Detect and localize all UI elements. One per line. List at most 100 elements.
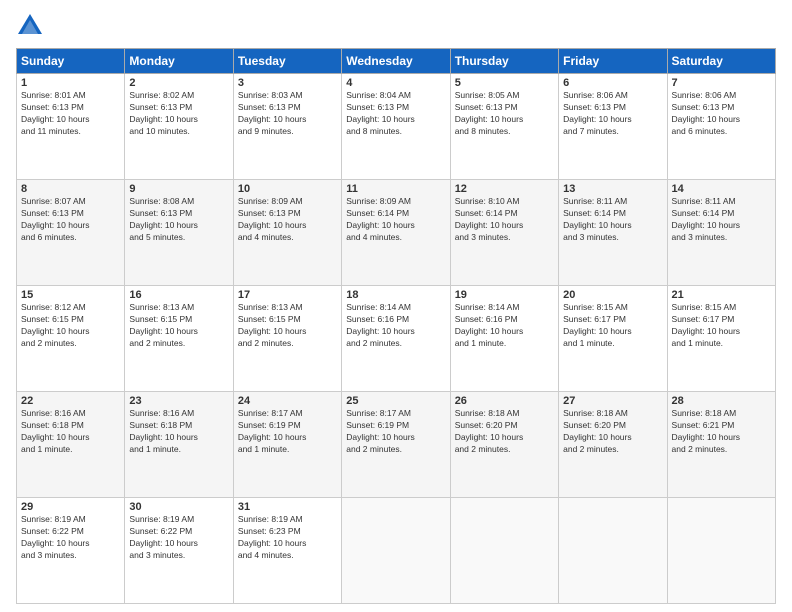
day-info: Sunrise: 8:12 AMSunset: 6:15 PMDaylight:…: [21, 302, 120, 350]
calendar-cell: 5Sunrise: 8:05 AMSunset: 6:13 PMDaylight…: [450, 74, 558, 180]
calendar-cell: 4Sunrise: 8:04 AMSunset: 6:13 PMDaylight…: [342, 74, 450, 180]
calendar-week-4: 22Sunrise: 8:16 AMSunset: 6:18 PMDayligh…: [17, 392, 776, 498]
day-info: Sunrise: 8:14 AMSunset: 6:16 PMDaylight:…: [455, 302, 554, 350]
day-info: Sunrise: 8:15 AMSunset: 6:17 PMDaylight:…: [672, 302, 771, 350]
calendar-cell: 23Sunrise: 8:16 AMSunset: 6:18 PMDayligh…: [125, 392, 233, 498]
day-info: Sunrise: 8:02 AMSunset: 6:13 PMDaylight:…: [129, 90, 228, 138]
day-number: 1: [21, 77, 120, 89]
calendar-cell: 2Sunrise: 8:02 AMSunset: 6:13 PMDaylight…: [125, 74, 233, 180]
calendar-cell: 25Sunrise: 8:17 AMSunset: 6:19 PMDayligh…: [342, 392, 450, 498]
day-number: 22: [21, 395, 120, 407]
day-info: Sunrise: 8:18 AMSunset: 6:20 PMDaylight:…: [563, 408, 662, 456]
day-number: 25: [346, 395, 445, 407]
calendar-cell: 28Sunrise: 8:18 AMSunset: 6:21 PMDayligh…: [667, 392, 775, 498]
calendar-cell: [450, 498, 558, 604]
day-number: 2: [129, 77, 228, 89]
calendar-header-tuesday: Tuesday: [233, 49, 341, 74]
day-number: 8: [21, 183, 120, 195]
calendar: SundayMondayTuesdayWednesdayThursdayFrid…: [16, 48, 776, 604]
calendar-cell: 15Sunrise: 8:12 AMSunset: 6:15 PMDayligh…: [17, 286, 125, 392]
day-info: Sunrise: 8:11 AMSunset: 6:14 PMDaylight:…: [563, 196, 662, 244]
calendar-cell: 9Sunrise: 8:08 AMSunset: 6:13 PMDaylight…: [125, 180, 233, 286]
day-info: Sunrise: 8:04 AMSunset: 6:13 PMDaylight:…: [346, 90, 445, 138]
day-number: 4: [346, 77, 445, 89]
day-info: Sunrise: 8:18 AMSunset: 6:20 PMDaylight:…: [455, 408, 554, 456]
day-number: 13: [563, 183, 662, 195]
day-number: 15: [21, 289, 120, 301]
day-info: Sunrise: 8:16 AMSunset: 6:18 PMDaylight:…: [129, 408, 228, 456]
calendar-cell: 8Sunrise: 8:07 AMSunset: 6:13 PMDaylight…: [17, 180, 125, 286]
calendar-header-wednesday: Wednesday: [342, 49, 450, 74]
day-number: 18: [346, 289, 445, 301]
day-info: Sunrise: 8:06 AMSunset: 6:13 PMDaylight:…: [672, 90, 771, 138]
calendar-week-5: 29Sunrise: 8:19 AMSunset: 6:22 PMDayligh…: [17, 498, 776, 604]
calendar-week-1: 1Sunrise: 8:01 AMSunset: 6:13 PMDaylight…: [17, 74, 776, 180]
day-info: Sunrise: 8:14 AMSunset: 6:16 PMDaylight:…: [346, 302, 445, 350]
calendar-cell: 13Sunrise: 8:11 AMSunset: 6:14 PMDayligh…: [559, 180, 667, 286]
day-number: 14: [672, 183, 771, 195]
day-number: 9: [129, 183, 228, 195]
day-number: 29: [21, 501, 120, 513]
calendar-week-2: 8Sunrise: 8:07 AMSunset: 6:13 PMDaylight…: [17, 180, 776, 286]
day-number: 26: [455, 395, 554, 407]
calendar-cell: 18Sunrise: 8:14 AMSunset: 6:16 PMDayligh…: [342, 286, 450, 392]
day-number: 28: [672, 395, 771, 407]
day-number: 10: [238, 183, 337, 195]
day-info: Sunrise: 8:07 AMSunset: 6:13 PMDaylight:…: [21, 196, 120, 244]
day-number: 19: [455, 289, 554, 301]
day-info: Sunrise: 8:01 AMSunset: 6:13 PMDaylight:…: [21, 90, 120, 138]
calendar-cell: 11Sunrise: 8:09 AMSunset: 6:14 PMDayligh…: [342, 180, 450, 286]
calendar-cell: 26Sunrise: 8:18 AMSunset: 6:20 PMDayligh…: [450, 392, 558, 498]
day-number: 5: [455, 77, 554, 89]
calendar-cell: 22Sunrise: 8:16 AMSunset: 6:18 PMDayligh…: [17, 392, 125, 498]
day-number: 3: [238, 77, 337, 89]
day-number: 20: [563, 289, 662, 301]
calendar-cell: 10Sunrise: 8:09 AMSunset: 6:13 PMDayligh…: [233, 180, 341, 286]
day-number: 31: [238, 501, 337, 513]
calendar-cell: 1Sunrise: 8:01 AMSunset: 6:13 PMDaylight…: [17, 74, 125, 180]
day-number: 11: [346, 183, 445, 195]
day-info: Sunrise: 8:13 AMSunset: 6:15 PMDaylight:…: [129, 302, 228, 350]
day-info: Sunrise: 8:15 AMSunset: 6:17 PMDaylight:…: [563, 302, 662, 350]
calendar-cell: 29Sunrise: 8:19 AMSunset: 6:22 PMDayligh…: [17, 498, 125, 604]
day-info: Sunrise: 8:19 AMSunset: 6:22 PMDaylight:…: [129, 514, 228, 562]
calendar-cell: [559, 498, 667, 604]
day-info: Sunrise: 8:17 AMSunset: 6:19 PMDaylight:…: [346, 408, 445, 456]
calendar-cell: 16Sunrise: 8:13 AMSunset: 6:15 PMDayligh…: [125, 286, 233, 392]
day-number: 17: [238, 289, 337, 301]
day-info: Sunrise: 8:16 AMSunset: 6:18 PMDaylight:…: [21, 408, 120, 456]
calendar-cell: [667, 498, 775, 604]
calendar-cell: 7Sunrise: 8:06 AMSunset: 6:13 PMDaylight…: [667, 74, 775, 180]
logo-icon: [16, 12, 44, 40]
day-info: Sunrise: 8:18 AMSunset: 6:21 PMDaylight:…: [672, 408, 771, 456]
day-info: Sunrise: 8:03 AMSunset: 6:13 PMDaylight:…: [238, 90, 337, 138]
day-info: Sunrise: 8:11 AMSunset: 6:14 PMDaylight:…: [672, 196, 771, 244]
calendar-cell: 14Sunrise: 8:11 AMSunset: 6:14 PMDayligh…: [667, 180, 775, 286]
day-number: 30: [129, 501, 228, 513]
day-number: 6: [563, 77, 662, 89]
calendar-cell: 12Sunrise: 8:10 AMSunset: 6:14 PMDayligh…: [450, 180, 558, 286]
day-number: 24: [238, 395, 337, 407]
calendar-cell: 30Sunrise: 8:19 AMSunset: 6:22 PMDayligh…: [125, 498, 233, 604]
day-info: Sunrise: 8:09 AMSunset: 6:13 PMDaylight:…: [238, 196, 337, 244]
day-number: 12: [455, 183, 554, 195]
day-number: 21: [672, 289, 771, 301]
day-info: Sunrise: 8:06 AMSunset: 6:13 PMDaylight:…: [563, 90, 662, 138]
day-info: Sunrise: 8:19 AMSunset: 6:22 PMDaylight:…: [21, 514, 120, 562]
day-info: Sunrise: 8:08 AMSunset: 6:13 PMDaylight:…: [129, 196, 228, 244]
day-info: Sunrise: 8:17 AMSunset: 6:19 PMDaylight:…: [238, 408, 337, 456]
day-info: Sunrise: 8:19 AMSunset: 6:23 PMDaylight:…: [238, 514, 337, 562]
header: [16, 12, 776, 40]
day-number: 23: [129, 395, 228, 407]
calendar-cell: 6Sunrise: 8:06 AMSunset: 6:13 PMDaylight…: [559, 74, 667, 180]
calendar-cell: [342, 498, 450, 604]
day-number: 27: [563, 395, 662, 407]
calendar-header-sunday: Sunday: [17, 49, 125, 74]
calendar-week-3: 15Sunrise: 8:12 AMSunset: 6:15 PMDayligh…: [17, 286, 776, 392]
calendar-header-friday: Friday: [559, 49, 667, 74]
day-info: Sunrise: 8:10 AMSunset: 6:14 PMDaylight:…: [455, 196, 554, 244]
calendar-cell: 31Sunrise: 8:19 AMSunset: 6:23 PMDayligh…: [233, 498, 341, 604]
calendar-cell: 21Sunrise: 8:15 AMSunset: 6:17 PMDayligh…: [667, 286, 775, 392]
calendar-header-monday: Monday: [125, 49, 233, 74]
calendar-header-saturday: Saturday: [667, 49, 775, 74]
